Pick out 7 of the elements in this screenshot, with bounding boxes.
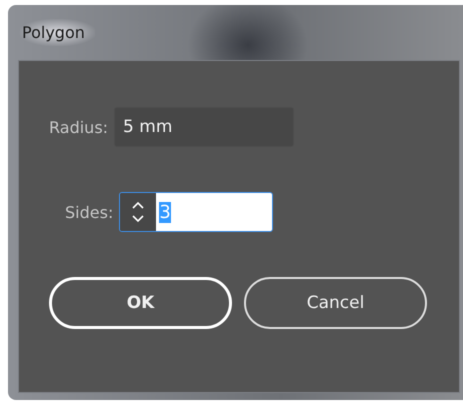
window-title: Polygon — [20, 19, 95, 46]
dialog-button[interactable]: OK — [49, 277, 232, 329]
input-field[interactable]: 5 mm — [114, 107, 294, 147]
up-down-arrows-icon[interactable] — [120, 193, 156, 231]
dialog-button[interactable]: Cancel — [244, 277, 427, 329]
field-label: Sides: — [65, 202, 114, 222]
field-label: Radius: — [49, 118, 108, 136]
